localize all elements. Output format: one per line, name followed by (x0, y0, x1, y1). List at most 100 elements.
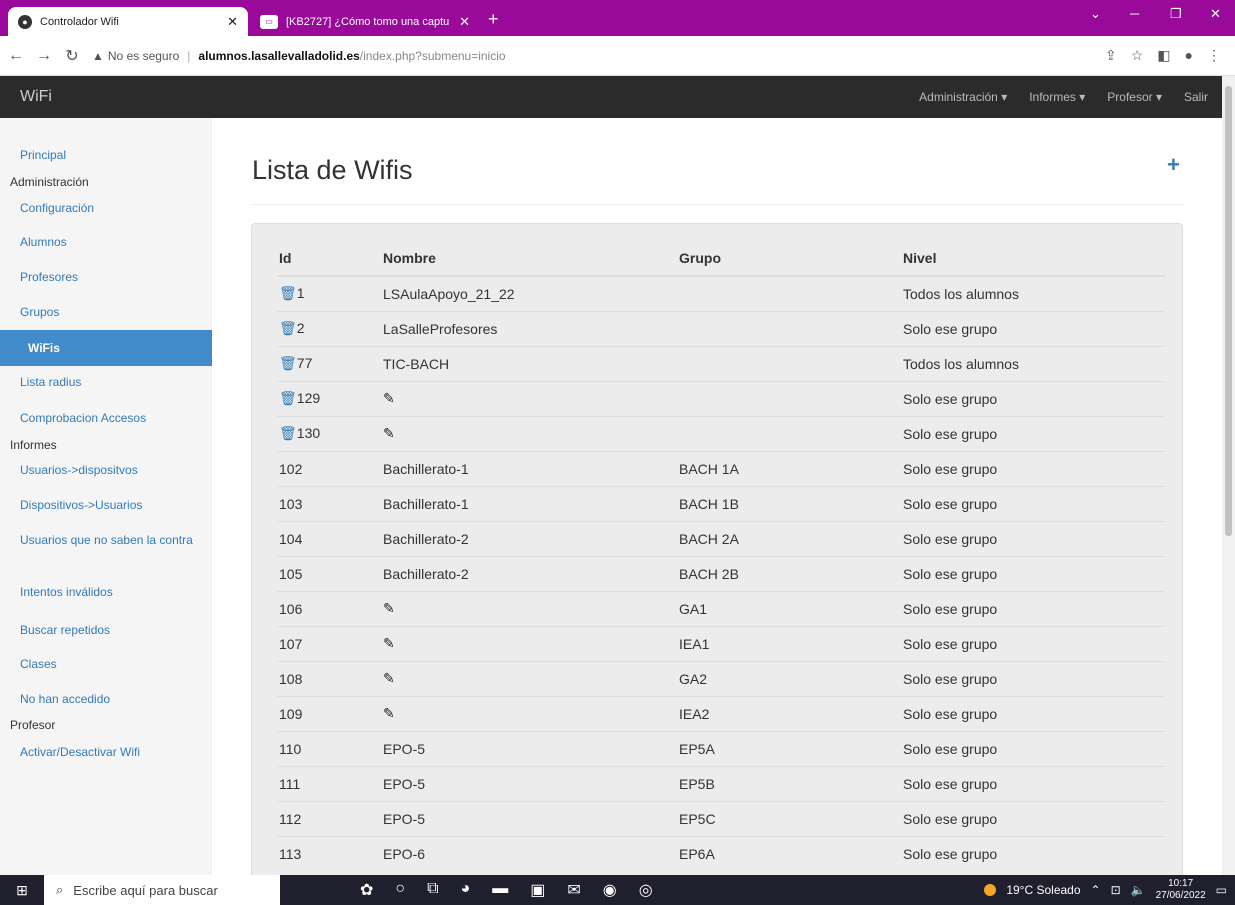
row-id: 129 (296, 390, 321, 406)
taskbar-search-input[interactable]: ⌕ Escribe aquí para buscar (44, 875, 280, 905)
close-tab-icon[interactable]: ✕ (459, 14, 470, 30)
table-row: 🗑1 LSAulaApoyo_21_22 Todos los alumnos (277, 275, 1165, 311)
row-id: 103 (279, 495, 303, 512)
sidebar-item-comprobacion-accesos[interactable]: Comprobacion Accesos (20, 411, 146, 425)
tab-kb2727[interactable]: ▭ [KB2727] ¿Cómo tomo una captu ✕ (250, 7, 480, 36)
pencil-icon[interactable]: ✎ (383, 635, 395, 651)
menu-administracion[interactable]: Administración ▾ (919, 90, 1007, 104)
menu-salir[interactable]: Salir (1184, 90, 1208, 104)
column-header-id: Id (277, 241, 383, 277)
star-icon[interactable]: ☆ (1131, 47, 1144, 64)
pencil-icon[interactable]: ✎ (383, 600, 395, 616)
row-id: 112 (279, 810, 302, 827)
minimize-icon[interactable]: ─ (1130, 6, 1139, 21)
spotify-icon[interactable]: ◉ (603, 880, 617, 900)
weather-label[interactable]: 19°C Soleado (1006, 883, 1080, 897)
task-view-icon[interactable]: ⧉ (427, 880, 438, 900)
widget-icon[interactable]: ✿ (360, 880, 373, 900)
sidebar-item-no-saben-contra[interactable]: Usuarios que no saben la contra (20, 532, 195, 548)
sidebar-item-buscar-repetidos[interactable]: Buscar repetidos (20, 623, 110, 637)
chevron-up-icon[interactable]: ⌃ (1091, 883, 1101, 897)
cell-grupo: EP5B (679, 765, 903, 801)
close-window-icon[interactable]: ✕ (1210, 6, 1221, 22)
pencil-icon[interactable]: ✎ (383, 705, 395, 721)
windows-start-icon[interactable]: ⊞ (0, 882, 44, 899)
restore-icon[interactable]: ❐ (1170, 6, 1182, 22)
cell-grupo: BACH 1B (679, 485, 903, 521)
sidebar-item-lista-radius[interactable]: Lista radius (20, 375, 81, 389)
volume-icon[interactable]: 🔈 (1131, 883, 1146, 897)
trash-icon[interactable]: 🗑 (279, 390, 297, 406)
add-icon[interactable]: + (1167, 152, 1180, 178)
table-row: 113 EPO-6 EP6A Solo ese grupo (277, 835, 1165, 871)
sidebar-item-intentos-invalidos[interactable]: Intentos inválidos (20, 585, 113, 599)
sidebar-item-activar-wifi[interactable]: Activar/Desactivar Wifi (20, 745, 140, 759)
share-icon[interactable]: ⇪ (1105, 47, 1117, 64)
sidebar-item-principal[interactable]: Principal (20, 148, 66, 162)
cell-grupo: GA1 (679, 590, 903, 626)
sidebar-item-clases[interactable]: Clases (20, 657, 57, 671)
sidebar-item-no-han-accedido[interactable]: No han accedido (20, 692, 110, 706)
menu-icon[interactable]: ⋮ (1207, 47, 1221, 64)
table-header-row: Id Nombre Grupo Nivel (277, 241, 1165, 277)
sidebar-header-informes: Informes (10, 438, 57, 452)
table-row: 104 Bachillerato-2 BACH 2A Solo ese grupo (277, 520, 1165, 556)
pencil-icon[interactable]: ✎ (383, 390, 395, 406)
security-label: No es seguro (107, 48, 180, 63)
sidebar-item-grupos[interactable]: Grupos (20, 305, 59, 319)
mail-icon[interactable]: ✉ (567, 880, 580, 900)
row-id: 104 (279, 530, 303, 547)
tab-controlador-wifi[interactable]: ● Controlador Wifi ✕ (8, 7, 248, 36)
row-id: 130 (296, 425, 321, 441)
column-header-grupo: Grupo (679, 241, 903, 277)
trash-icon[interactable]: 🗑 (279, 320, 297, 336)
chevron-down-icon[interactable]: ⌄ (1090, 6, 1101, 22)
store-icon[interactable]: ▣ (530, 880, 545, 900)
cell-grupo (679, 345, 903, 381)
sidebar-item-alumnos[interactable]: Alumnos (20, 235, 67, 249)
cell-nivel: Solo ese grupo (903, 730, 1165, 766)
cell-id: 108 (277, 660, 383, 696)
cortana-icon[interactable]: ○ (395, 880, 405, 900)
network-icon[interactable]: ⊡ (1111, 883, 1121, 897)
trash-icon[interactable]: 🗑 (279, 285, 297, 301)
sidebar-item-dispositivos-usuarios[interactable]: Dispositivos->Usuarios (20, 498, 142, 512)
new-tab-button[interactable]: + (488, 9, 499, 30)
trash-icon[interactable]: 🗑 (279, 355, 297, 371)
cell-nombre: ✎ (383, 695, 679, 731)
sidebar-item-wifis[interactable]: WiFis (0, 330, 212, 366)
cell-nivel: Solo ese grupo (903, 555, 1165, 591)
sidebar-item-configuracion[interactable]: Configuración (20, 201, 94, 215)
reload-icon[interactable]: ↻ (60, 46, 84, 66)
sidebar-item-usuarios-dispositivos[interactable]: Usuarios->dispositvos (20, 463, 138, 477)
pencil-icon[interactable]: ✎ (383, 425, 395, 441)
row-id: 102 (279, 460, 303, 477)
file-explorer-icon[interactable]: ▬ (492, 880, 508, 900)
notifications-icon[interactable]: ▭ (1216, 883, 1227, 897)
scrollbar-thumb[interactable] (1225, 86, 1232, 536)
forward-icon[interactable]: → (32, 47, 56, 65)
wifi-table: Id Nombre Grupo Nivel 🗑1 LSAulaApoyo_21_2… (277, 241, 1165, 871)
cell-grupo: GA2 (679, 660, 903, 696)
menu-profesor[interactable]: Profesor ▾ (1107, 90, 1162, 104)
url-field[interactable]: ▲ No es seguro | alumnos.lasallevalladol… (92, 49, 1105, 63)
tab-title: Controlador Wifi (40, 15, 119, 28)
page-scrollbar[interactable] (1222, 76, 1235, 875)
back-icon[interactable]: ← (4, 47, 28, 65)
chrome-icon[interactable]: ◎ (639, 880, 653, 900)
sidebar-item-profesores[interactable]: Profesores (20, 270, 78, 284)
cell-nombre: ✎ (383, 415, 679, 451)
brand[interactable]: WiFi (20, 88, 52, 106)
profile-icon[interactable]: ● (1185, 47, 1193, 64)
trash-icon[interactable]: 🗑 (279, 425, 297, 441)
pencil-icon[interactable]: ✎ (383, 670, 395, 686)
cell-id: 🗑130 (277, 415, 383, 451)
sidepanel-icon[interactable]: ◧ (1157, 47, 1170, 64)
cell-nombre: Bachillerato-1 (383, 450, 679, 486)
column-header-nivel: Nivel (903, 241, 1165, 277)
edge-icon[interactable]: ◕ (461, 880, 471, 900)
clock[interactable]: 10:17 27/06/2022 (1156, 878, 1206, 902)
menu-informes[interactable]: Informes ▾ (1029, 90, 1085, 104)
close-tab-icon[interactable]: ✕ (227, 14, 238, 30)
cell-nivel: Todos los alumnos (903, 345, 1165, 381)
